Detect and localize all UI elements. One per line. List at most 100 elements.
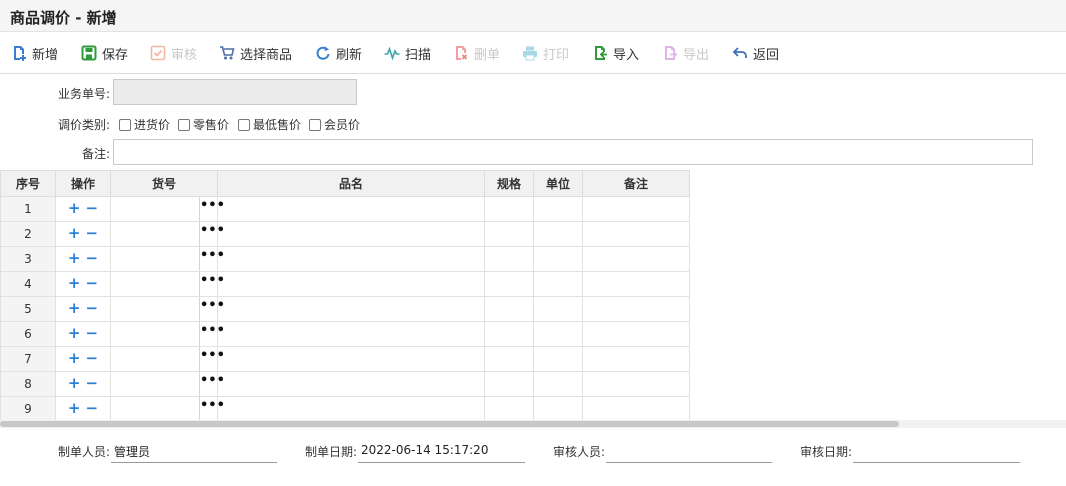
product-lookup-button[interactable]: ••• — [200, 197, 225, 221]
checkbox-member-price[interactable]: 会员价 — [309, 116, 360, 133]
product-code-input[interactable] — [111, 397, 200, 421]
product-code-input[interactable] — [111, 297, 200, 321]
horizontal-scrollbar[interactable] — [0, 420, 1066, 428]
row-remark-cell[interactable] — [582, 221, 690, 247]
back-button[interactable]: 返回 — [732, 43, 779, 63]
row-name-cell[interactable] — [217, 271, 485, 297]
refresh-button[interactable]: 刷新 — [315, 43, 362, 63]
product-lookup-button[interactable]: ••• — [200, 247, 225, 271]
row-remark-cell[interactable] — [582, 371, 690, 397]
add-row-icon[interactable]: + — [68, 376, 81, 391]
row-unit-cell[interactable] — [533, 246, 583, 272]
product-lookup-button[interactable]: ••• — [200, 222, 225, 246]
checkbox-purchase-price[interactable]: 进货价 — [119, 116, 170, 133]
add-row-icon[interactable]: + — [68, 201, 81, 216]
remove-row-icon[interactable]: − — [86, 376, 99, 391]
scan-button[interactable]: 扫描 — [384, 43, 431, 63]
row-unit-cell[interactable] — [533, 346, 583, 372]
add-row-icon[interactable]: + — [68, 276, 81, 291]
add-row-icon[interactable]: + — [68, 351, 81, 366]
row-name-cell[interactable] — [217, 196, 485, 222]
export-button[interactable]: 导出 — [662, 43, 709, 63]
row-name-cell[interactable] — [217, 346, 485, 372]
row-spec-cell[interactable] — [484, 296, 534, 322]
product-code-input[interactable] — [111, 372, 200, 396]
row-spec-cell[interactable] — [484, 196, 534, 222]
row-unit-cell[interactable] — [533, 271, 583, 297]
export-button-label: 导出 — [683, 47, 710, 63]
checkbox-purchase-price-box[interactable] — [119, 118, 131, 131]
product-code-input[interactable] — [111, 222, 200, 246]
product-code-input[interactable] — [111, 247, 200, 271]
delete-doc-button[interactable]: 删单 — [453, 43, 500, 63]
remark-field[interactable] — [113, 139, 1033, 165]
remove-row-icon[interactable]: − — [86, 351, 99, 366]
row-spec-cell[interactable] — [484, 246, 534, 272]
table-row: 5 + − ••• — [0, 296, 690, 322]
scrollbar-thumb[interactable] — [0, 421, 899, 427]
remove-row-icon[interactable]: − — [86, 226, 99, 241]
row-name-cell[interactable] — [217, 221, 485, 247]
add-row-icon[interactable]: + — [68, 401, 81, 416]
row-spec-cell[interactable] — [484, 346, 534, 372]
row-unit-cell[interactable] — [533, 396, 583, 422]
row-remark-cell[interactable] — [582, 346, 690, 372]
row-spec-cell[interactable] — [484, 271, 534, 297]
row-code-cell: ••• — [110, 296, 225, 322]
row-unit-cell[interactable] — [533, 196, 583, 222]
remove-row-icon[interactable]: − — [86, 326, 99, 341]
product-lookup-button[interactable]: ••• — [200, 322, 225, 346]
product-code-input[interactable] — [111, 322, 200, 346]
row-remark-cell[interactable] — [582, 246, 690, 272]
row-name-cell[interactable] — [217, 396, 485, 422]
row-remark-cell[interactable] — [582, 296, 690, 322]
product-lookup-button[interactable]: ••• — [200, 272, 225, 296]
add-row-icon[interactable]: + — [68, 301, 81, 316]
row-remark-cell[interactable] — [582, 271, 690, 297]
product-code-input[interactable] — [111, 272, 200, 296]
remove-row-icon[interactable]: − — [86, 301, 99, 316]
add-row-icon[interactable]: + — [68, 251, 81, 266]
add-row-icon[interactable]: + — [68, 226, 81, 241]
approve-button[interactable]: 审核 — [150, 43, 197, 63]
row-name-cell[interactable] — [217, 371, 485, 397]
product-lookup-button[interactable]: ••• — [200, 297, 225, 321]
row-name-cell[interactable] — [217, 321, 485, 347]
row-remark-cell[interactable] — [582, 396, 690, 422]
remove-row-icon[interactable]: − — [86, 276, 99, 291]
row-spec-cell[interactable] — [484, 321, 534, 347]
row-name-cell[interactable] — [217, 246, 485, 272]
row-spec-cell[interactable] — [484, 221, 534, 247]
order-no-field[interactable] — [113, 79, 357, 105]
row-number: 9 — [0, 396, 56, 422]
row-spec-cell[interactable] — [484, 371, 534, 397]
product-lookup-button[interactable]: ••• — [200, 347, 225, 371]
new-button[interactable]: 新增 — [11, 43, 58, 63]
checkbox-min-price-box[interactable] — [238, 118, 250, 131]
import-button[interactable]: 导入 — [592, 43, 639, 63]
print-button[interactable]: 打印 — [522, 43, 569, 63]
row-name-cell[interactable] — [217, 296, 485, 322]
product-code-input[interactable] — [111, 197, 200, 221]
checkbox-member-price-box[interactable] — [309, 118, 321, 131]
back-icon — [732, 47, 747, 58]
row-remark-cell[interactable] — [582, 196, 690, 222]
row-remark-cell[interactable] — [582, 321, 690, 347]
save-button[interactable]: 保存 — [81, 43, 128, 63]
product-lookup-button[interactable]: ••• — [200, 372, 225, 396]
row-spec-cell[interactable] — [484, 396, 534, 422]
select-product-button[interactable]: 选择商品 — [219, 43, 292, 63]
checkbox-retail-price-box[interactable] — [178, 118, 190, 131]
product-lookup-button[interactable]: ••• — [200, 397, 225, 421]
checkbox-retail-price[interactable]: 零售价 — [178, 116, 229, 133]
remove-row-icon[interactable]: − — [86, 201, 99, 216]
remove-row-icon[interactable]: − — [86, 401, 99, 416]
row-unit-cell[interactable] — [533, 371, 583, 397]
row-unit-cell[interactable] — [533, 296, 583, 322]
add-row-icon[interactable]: + — [68, 326, 81, 341]
row-unit-cell[interactable] — [533, 321, 583, 347]
product-code-input[interactable] — [111, 347, 200, 371]
checkbox-min-price[interactable]: 最低售价 — [238, 116, 301, 133]
remove-row-icon[interactable]: − — [86, 251, 99, 266]
row-unit-cell[interactable] — [533, 221, 583, 247]
